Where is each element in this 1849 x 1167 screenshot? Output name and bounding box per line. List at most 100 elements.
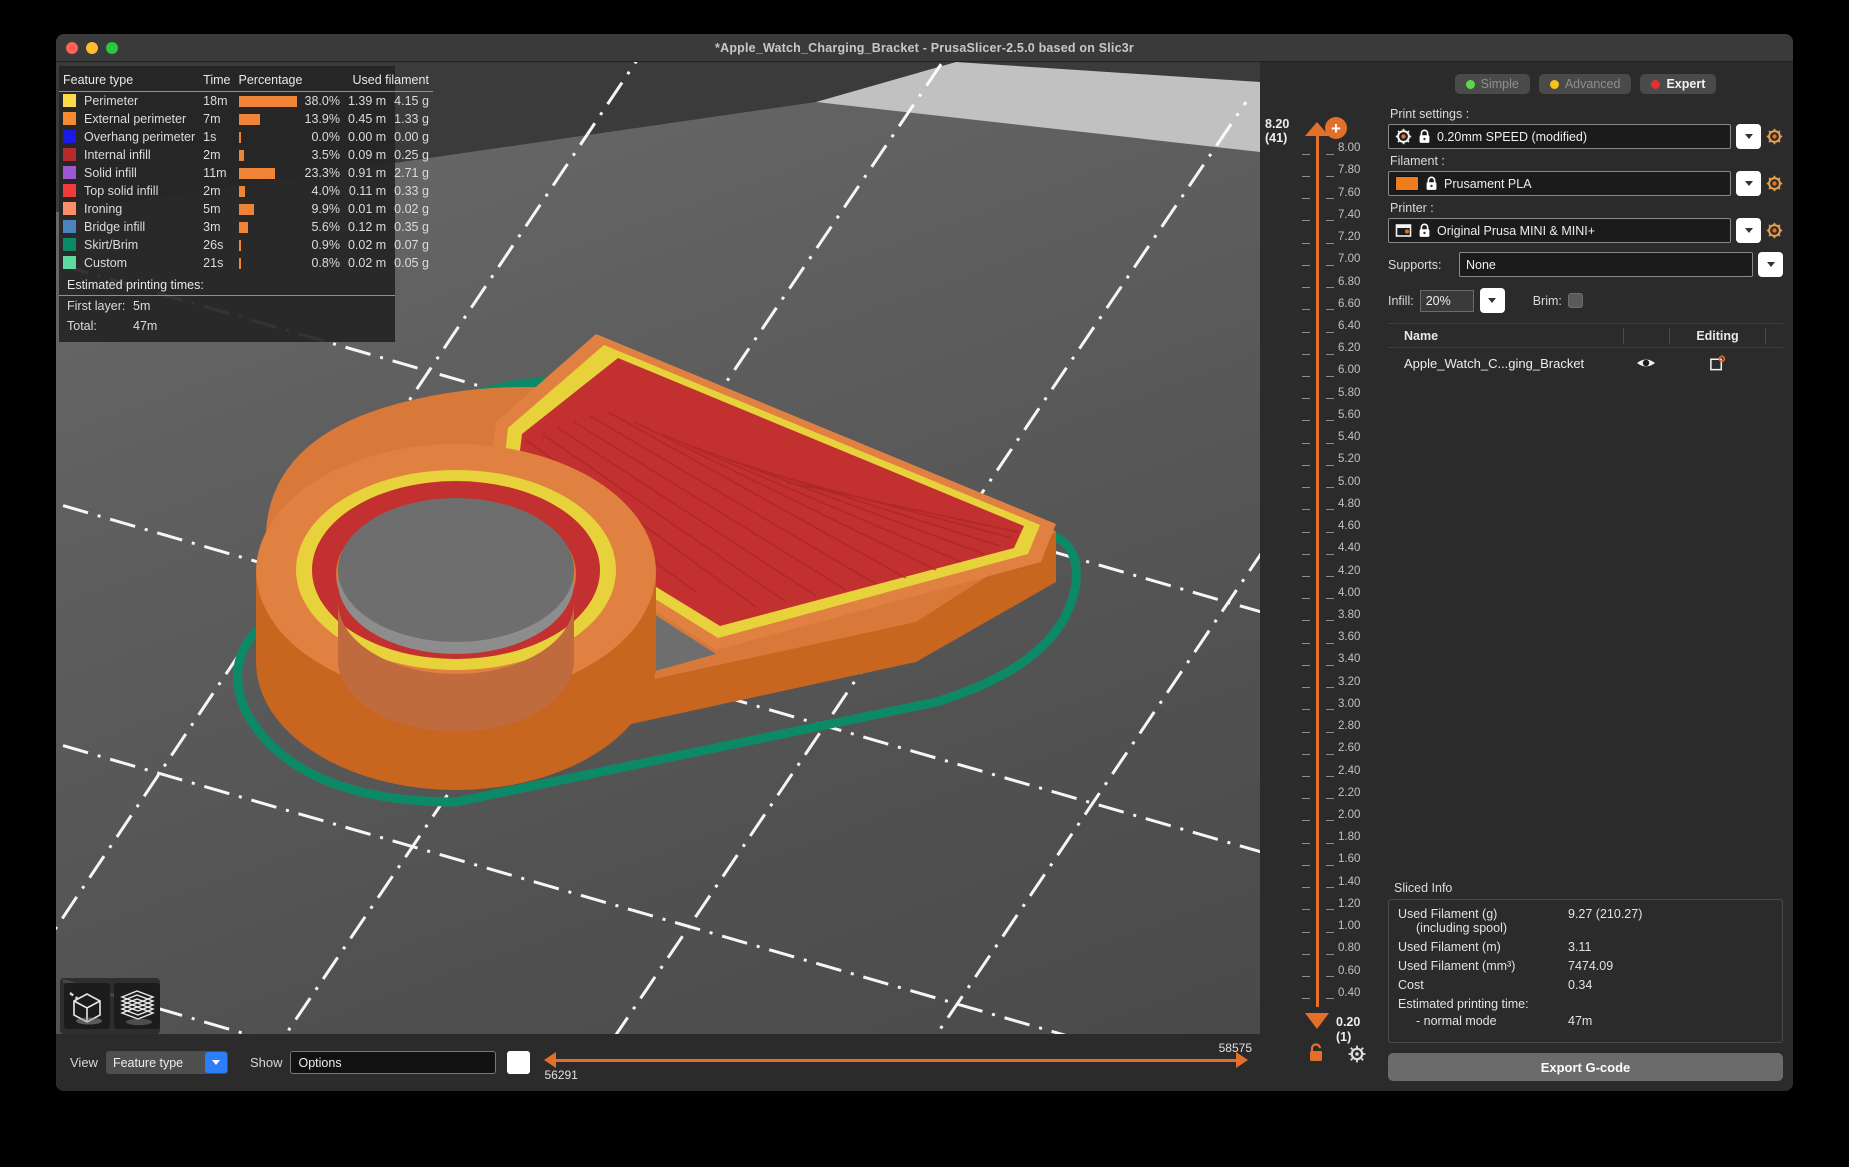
legend-row[interactable]: External perimeter 7m 13.9% 0.45 m 1.33 g	[59, 110, 433, 128]
view-mode-icons[interactable]	[60, 978, 160, 1034]
supports-select[interactable]: None	[1459, 252, 1753, 277]
layer-tick-label: 3.80	[1338, 608, 1361, 621]
printer-chevron-down-icon[interactable]	[1736, 218, 1761, 243]
layer-tick-label: 7.20	[1338, 231, 1361, 244]
legend-row[interactable]: Overhang perimeter 1s 0.0% 0.00 m 0.00 g	[59, 128, 433, 146]
object-col-name: Name	[1404, 328, 1439, 343]
gear-icon[interactable]	[1348, 1045, 1366, 1063]
view-select[interactable]: Feature type	[105, 1051, 228, 1074]
moves-slider-left-handle[interactable]	[544, 1051, 557, 1068]
printer-select[interactable]: Original Prusa MINI & MINI+	[1388, 218, 1731, 243]
layer-tick-label: 2.40	[1338, 764, 1361, 777]
chevron-down-icon[interactable]	[204, 1052, 227, 1073]
first-layer-value: 5m	[133, 299, 151, 313]
object-col-editing: Editing	[1669, 327, 1765, 344]
estimated-times-title: Estimated printing times:	[59, 272, 395, 296]
sliced-info-subkey: (including spool)	[1416, 921, 1508, 935]
legend-col-percentage: Percentage	[234, 72, 344, 92]
editing-icon[interactable]	[1669, 354, 1765, 372]
close-icon[interactable]	[66, 41, 78, 54]
print-settings-select[interactable]: 0.20mm SPEED (modified)	[1388, 124, 1731, 149]
sliced-info-rows: Used Filament (g) 9.27 (210.27) (including…	[1398, 907, 1773, 992]
legend-row[interactable]: Custom 21s 0.8% 0.02 m 0.05 g	[59, 254, 433, 272]
legend-row[interactable]: Top solid infill 2m 4.0% 0.11 m 0.33 g	[59, 182, 433, 200]
total-time-value: 47m	[133, 319, 158, 333]
legend-feature-name: Ironing	[84, 202, 123, 216]
legend-time: 26s	[203, 238, 224, 252]
printer-value: Original Prusa MINI & MINI+	[1437, 223, 1596, 238]
supports-chevron-down-icon[interactable]	[1758, 252, 1783, 277]
show-chevron-down-icon[interactable]	[507, 1051, 531, 1074]
show-select-value: Options	[298, 1055, 342, 1070]
filament-select[interactable]: Prusament PLA	[1388, 171, 1731, 196]
filament-chevron-down-icon[interactable]	[1736, 171, 1761, 196]
legend-time: 1s	[203, 130, 217, 144]
layer-bottom-value: 0.20	[1336, 1015, 1361, 1029]
layer-bottom-index: (1)	[1336, 1030, 1352, 1044]
add-color-change-icon[interactable]: +	[1325, 117, 1347, 139]
print-settings-label: Print settings :	[1390, 107, 1470, 121]
legend-percentage: 0.0%	[311, 130, 340, 144]
preview-view-icon[interactable]	[114, 983, 160, 1029]
feature-type-legend: Feature type Time Percentage Used filame…	[59, 66, 433, 342]
legend-length: 1.39 m	[347, 94, 387, 108]
title-bar: *Apple_Watch_Charging_Bracket - PrusaSli…	[56, 34, 1793, 62]
infill-chevron-down-icon[interactable]	[1479, 288, 1505, 313]
legend-feature-name: Perimeter	[84, 94, 139, 108]
supports-row: Supports: None	[1388, 252, 1783, 277]
minimize-icon[interactable]	[86, 41, 98, 54]
legend-time: 2m	[203, 148, 221, 162]
print-settings-chevron-down-icon[interactable]	[1736, 124, 1761, 149]
object-row[interactable]: Apple_Watch_C...ging_Bracket	[1388, 348, 1783, 378]
first-layer-time-row: First layer: 5m	[59, 296, 395, 316]
mode-selector[interactable]: Simple Advanced Expert	[1388, 74, 1783, 94]
legend-bar	[235, 200, 301, 218]
layer-slider-upper-handle[interactable]: +	[1303, 117, 1347, 139]
window-controls[interactable]	[66, 41, 118, 54]
show-select[interactable]: Options	[290, 1051, 497, 1074]
sliced-time-title: Estimated printing time:	[1398, 997, 1529, 1011]
layer-tick-label: 7.00	[1338, 253, 1361, 266]
legend-feature-name: Top solid infill	[84, 184, 159, 198]
legend-weight: 2.71 g	[394, 166, 429, 180]
layer-slider-lower-handle[interactable]	[1305, 1013, 1329, 1029]
legend-color-swatch	[59, 128, 80, 146]
mode-button-simple[interactable]: Simple	[1454, 74, 1530, 94]
legend-row[interactable]: Internal infill 2m 3.5% 0.09 m 0.25 g	[59, 146, 433, 164]
infill-value[interactable]: 20%	[1419, 289, 1474, 312]
filament-value: Prusament PLA	[1444, 176, 1532, 191]
mode-button-expert[interactable]: Expert	[1640, 74, 1717, 94]
filament-gear-icon[interactable]	[1766, 175, 1783, 192]
printer-gear-icon[interactable]	[1766, 222, 1783, 239]
eye-icon[interactable]	[1623, 356, 1669, 370]
legend-color-swatch	[59, 200, 80, 218]
legend-color-swatch	[59, 218, 80, 236]
sliced-info-key: Used Filament (m)	[1398, 940, 1501, 954]
maximize-icon[interactable]	[106, 41, 118, 54]
export-gcode-button[interactable]: Export G-code	[1388, 1053, 1783, 1081]
legend-bar	[235, 236, 301, 254]
editor-view-icon[interactable]	[64, 983, 110, 1029]
legend-length: 0.91 m	[347, 166, 387, 180]
brim-checkbox[interactable]	[1567, 293, 1583, 308]
mode-button-advanced[interactable]: Advanced	[1538, 74, 1632, 94]
moves-slider-low-value: 56291	[544, 1067, 578, 1082]
legend-row[interactable]: Bridge infill 3m 5.6% 0.12 m 0.35 g	[59, 218, 433, 236]
legend-header-row: Feature type Time Percentage Used filame…	[59, 72, 433, 92]
layer-tick-label: 0.80	[1338, 942, 1361, 955]
legend-row[interactable]: Perimeter 18m 38.0% 1.39 m 4.15 g	[59, 92, 433, 111]
print-settings-gear-icon[interactable]	[1766, 128, 1783, 145]
moves-slider[interactable]: 56291 58575	[544, 1041, 1252, 1083]
legend-time: 5m	[203, 202, 221, 216]
layer-tick-label: 4.20	[1338, 564, 1361, 577]
legend-row[interactable]: Ironing 5m 9.9% 0.01 m 0.02 g	[59, 200, 433, 218]
3d-viewport[interactable]: Feature type Time Percentage Used filame…	[56, 62, 1260, 1091]
legend-row[interactable]: Solid infill 11m 23.3% 0.91 m 2.71 g	[59, 164, 433, 182]
mode-label: Expert	[1666, 77, 1706, 91]
unlock-icon[interactable]	[1308, 1043, 1326, 1063]
legend-row[interactable]: Skirt/Brim 26s 0.9% 0.02 m 0.07 g	[59, 236, 433, 254]
legend-weight: 0.02 g	[394, 202, 429, 216]
layer-slider[interactable]: 8.00 7.80 7.60 7.40 7.20 7.00 6.80 6.60 6.40 6.20…	[1260, 62, 1378, 1091]
layer-tick-label: 1.60	[1338, 853, 1361, 866]
layer-tick-label: 6.20	[1338, 342, 1361, 355]
